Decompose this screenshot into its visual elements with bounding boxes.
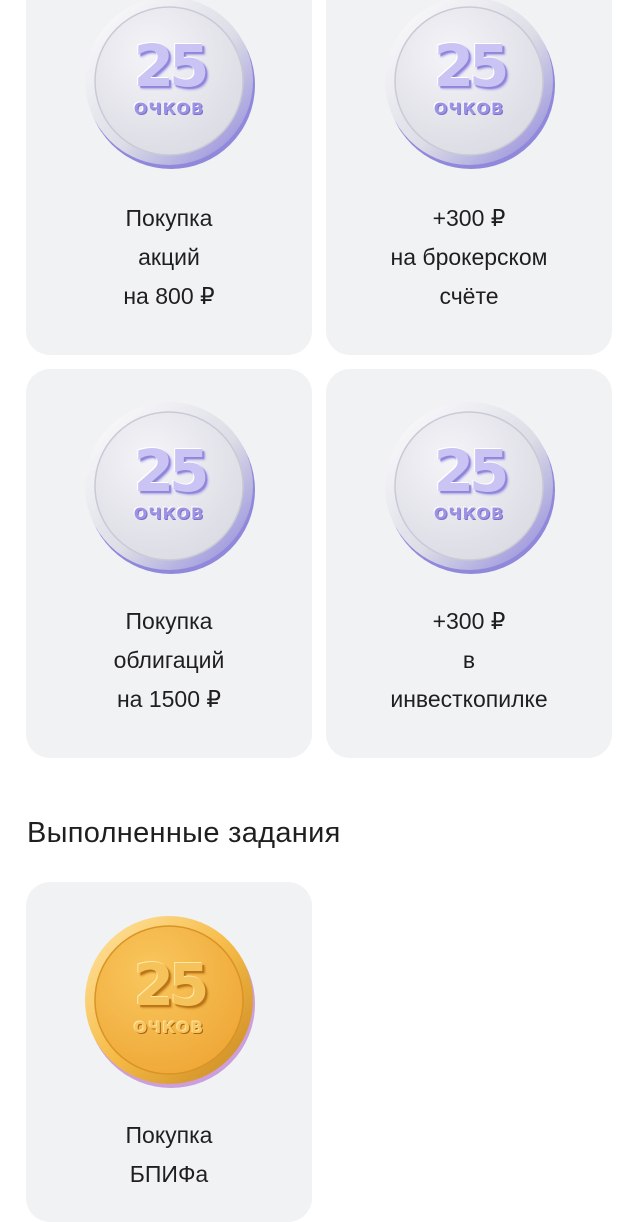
- task-card-investbox[interactable]: 25 ОЧКОВ +300 ₽ в инвесткопилке: [326, 369, 612, 758]
- task-description: Покупка акций на 800 ₽: [26, 199, 312, 316]
- task-card-stocks[interactable]: 25 ОЧКОВ Покупка акций на 800 ₽: [26, 0, 312, 355]
- task-line: Покупка: [125, 608, 213, 634]
- task-line: в: [462, 647, 476, 673]
- coin-points-unit: ОЧКОВ: [433, 504, 505, 523]
- completed-tasks-heading: Выполненные задания: [27, 817, 341, 849]
- coin-points-unit: ОЧКОВ: [133, 1018, 205, 1037]
- task-line: инвесткопилке: [390, 686, 548, 712]
- coin-points-value: 25: [133, 32, 210, 100]
- task-description: +300 ₽ на брокерском счёте: [326, 199, 612, 316]
- task-card-bonds[interactable]: 25 ОЧКОВ Покупка облигаций на 1500 ₽: [26, 369, 312, 758]
- points-coin-icon: 25 ОЧКОВ: [380, 397, 558, 575]
- completed-task-card-bpif[interactable]: 25 ОЧКОВ Покупка БПИФа: [26, 882, 312, 1222]
- task-line: облигаций: [113, 647, 225, 673]
- task-description: +300 ₽ в инвесткопилке: [326, 602, 612, 719]
- task-line: на 800 ₽: [123, 283, 215, 309]
- points-coin-icon: 25 ОЧКОВ: [380, 0, 558, 170]
- task-card-brokerage[interactable]: 25 ОЧКОВ +300 ₽ на брокерском счёте: [326, 0, 612, 355]
- coin-points-unit: ОЧКОВ: [133, 504, 205, 523]
- task-line: Покупка: [125, 1122, 213, 1148]
- task-line: +300 ₽: [432, 608, 506, 634]
- task-line: БПИФа: [129, 1161, 209, 1187]
- task-description: Покупка облигаций на 1500 ₽: [26, 602, 312, 719]
- task-line: Покупка: [125, 205, 213, 231]
- task-line: на 1500 ₽: [116, 686, 222, 712]
- task-line: счёте: [439, 283, 499, 309]
- coin-points-value: 25: [133, 437, 210, 505]
- points-coin-icon: 25 ОЧКОВ: [80, 0, 258, 170]
- task-description: Покупка БПИФа: [26, 1116, 312, 1194]
- points-coin-icon: 25 ОЧКОВ: [80, 911, 258, 1089]
- task-line: +300 ₽: [432, 205, 506, 231]
- coin-points-value: 25: [133, 951, 210, 1019]
- coin-points-value: 25: [433, 32, 510, 100]
- task-line: на брокерском: [390, 244, 548, 270]
- coin-points-unit: ОЧКОВ: [433, 99, 505, 118]
- coin-points-unit: ОЧКОВ: [133, 99, 205, 118]
- coin-points-value: 25: [433, 437, 510, 505]
- task-line: акций: [138, 244, 200, 270]
- points-coin-icon: 25 ОЧКОВ: [80, 397, 258, 575]
